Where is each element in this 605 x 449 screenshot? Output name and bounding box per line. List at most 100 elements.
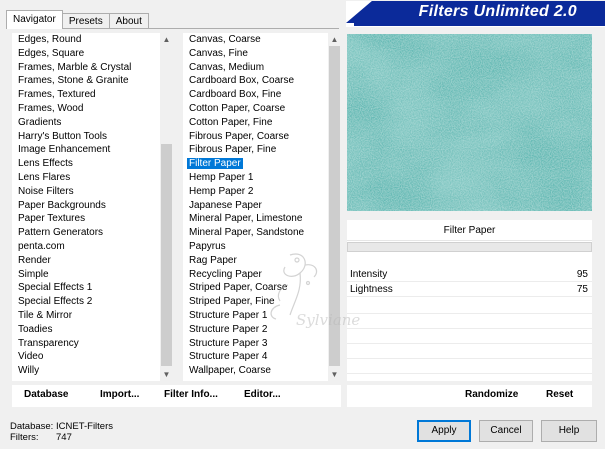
preview-image (347, 34, 592, 211)
category-list[interactable]: Edges, Round Edges, Square Frames, Marble … (12, 33, 173, 381)
filter-item[interactable]: Cotton Paper, Fine (183, 116, 341, 130)
filter-item-label: Cotton Paper, Fine (189, 116, 273, 128)
scroll-down-icon[interactable]: ▼ (160, 368, 173, 381)
filters-info: Filters: 747 (10, 432, 72, 443)
filter-item-selected[interactable]: Filter Paper (183, 157, 341, 171)
category-item[interactable]: Edges, Square (12, 47, 173, 61)
filter-item-label: Filter Paper (187, 158, 243, 170)
row-divider (347, 358, 592, 359)
filter-item-label: Canvas, Fine (189, 47, 248, 59)
banner-underline (354, 23, 605, 26)
param-row-lightness[interactable]: Lightness 75 (347, 282, 592, 297)
database-button[interactable]: Database (24, 389, 68, 400)
category-item[interactable]: Simple (12, 268, 173, 282)
category-item[interactable]: Special Effects 2 (12, 295, 173, 309)
filter-item-label: Hemp Paper 1 (189, 171, 254, 183)
category-item[interactable]: Frames, Textured (12, 88, 173, 102)
filter-item[interactable]: Cardboard Box, Coarse (183, 74, 341, 88)
category-item-label: Paper Backgrounds (18, 199, 106, 211)
scroll-up-icon[interactable]: ▲ (160, 33, 173, 46)
parameter-panel: Filter Paper Intensity 95 Lightness 75 (347, 220, 592, 381)
right-toolbar: Randomize Reset (347, 385, 592, 407)
filter-item-label: Fibrous Paper, Coarse (189, 130, 290, 142)
apply-button[interactable]: Apply (417, 420, 471, 442)
tab-presets[interactable]: Presets (61, 13, 110, 29)
category-item-label: Edges, Square (18, 47, 85, 59)
category-item-label: Harry's Button Tools (18, 130, 107, 142)
filter-item[interactable]: Mineral Paper, Limestone (183, 212, 341, 226)
category-item[interactable]: Video (12, 350, 173, 364)
category-item[interactable]: Willy (12, 364, 173, 378)
category-item-label: Simple (18, 268, 49, 280)
category-item[interactable]: Noise Filters (12, 185, 173, 199)
filter-item[interactable]: Cardboard Box, Fine (183, 88, 341, 102)
category-item[interactable]: Edges, Round (12, 33, 173, 47)
filter-item[interactable]: Japanese Paper (183, 199, 341, 213)
category-item[interactable]: Image Enhancement (12, 143, 173, 157)
filter-item-label: Japanese Paper (189, 199, 262, 211)
filter-item-label: Cotton Paper, Coarse (189, 102, 286, 114)
filter-item-label: Canvas, Coarse (189, 34, 261, 45)
category-item[interactable]: Gradients (12, 116, 173, 130)
param-row-intensity[interactable]: Intensity 95 (347, 267, 592, 282)
filter-item-label: Papyrus (189, 240, 226, 252)
filter-item[interactable]: Hemp Paper 2 (183, 185, 341, 199)
category-item[interactable]: Frames, Marble & Crystal (12, 61, 173, 75)
category-item-label: Tile & Mirror (18, 309, 73, 321)
scroll-down-icon[interactable]: ▼ (328, 368, 341, 381)
category-item-label: Frames, Wood (18, 102, 84, 114)
category-item-label: Transparency (18, 337, 79, 349)
scroll-up-icon[interactable]: ▲ (328, 33, 341, 46)
filter-item[interactable]: Canvas, Coarse (183, 33, 341, 47)
category-item[interactable]: Transparency (12, 337, 173, 351)
filter-item-label: Canvas, Medium (189, 61, 265, 73)
randomize-button[interactable]: Randomize (465, 389, 518, 400)
category-scrollbar[interactable]: ▲ ▼ (160, 33, 173, 381)
filter-item[interactable]: Cotton Paper, Coarse (183, 102, 341, 116)
reset-button[interactable]: Reset (546, 389, 573, 400)
banner: Filters Unlimited 2.0 (346, 1, 605, 27)
filter-item-label: Cardboard Box, Coarse (189, 75, 295, 87)
filter-item[interactable]: Fibrous Paper, Coarse (183, 130, 341, 144)
category-item[interactable]: Lens Flares (12, 171, 173, 185)
category-item[interactable]: Render (12, 254, 173, 268)
filter-item-label: Mineral Paper, Limestone (189, 213, 303, 225)
filter-item[interactable]: Canvas, Fine (183, 47, 341, 61)
row-divider (347, 328, 592, 329)
category-item[interactable]: Pattern Generators (12, 226, 173, 240)
category-item[interactable]: Special Effects 1 (12, 281, 173, 295)
category-item[interactable]: Harry's Button Tools (12, 130, 173, 144)
cancel-button[interactable]: Cancel (479, 420, 533, 442)
category-item[interactable]: penta.com (12, 240, 173, 254)
tab-about[interactable]: About (108, 13, 149, 29)
filter-item[interactable]: Fibrous Paper, Fine (183, 143, 341, 157)
editor-button[interactable]: Editor... (244, 389, 281, 400)
help-button[interactable]: Help (541, 420, 597, 442)
category-item-label: Noise Filters (18, 185, 74, 197)
category-item[interactable]: Toadies (12, 323, 173, 337)
filter-item[interactable]: Wallpaper, Coarse (183, 364, 341, 378)
parameter-slider[interactable] (347, 242, 592, 252)
category-item-label: Frames, Textured (18, 89, 96, 101)
category-item-label: Toadies (18, 323, 53, 335)
database-info: Database: ICNET-Filters (10, 421, 113, 432)
param-value: 95 (576, 269, 588, 280)
category-item[interactable]: Lens Effects (12, 157, 173, 171)
category-item-label: Image Enhancement (18, 144, 111, 156)
tab-navigator[interactable]: Navigator (6, 10, 63, 29)
category-item[interactable]: Paper Backgrounds (12, 199, 173, 213)
filter-item-label: Wallpaper, Coarse (189, 365, 271, 377)
category-item[interactable]: Tile & Mirror (12, 309, 173, 323)
import-button[interactable]: Import... (100, 389, 139, 400)
param-value: 75 (576, 284, 588, 295)
filter-item[interactable]: Mineral Paper, Sandstone (183, 226, 341, 240)
filter-item[interactable]: Hemp Paper 1 (183, 171, 341, 185)
category-item[interactable]: Frames, Wood (12, 102, 173, 116)
category-item[interactable]: Paper Textures (12, 212, 173, 226)
scrollbar-thumb[interactable] (161, 144, 172, 366)
category-item-label: Video (18, 351, 44, 363)
filter-info-button[interactable]: Filter Info... (164, 389, 218, 400)
filter-item[interactable]: Canvas, Medium (183, 61, 341, 75)
database-value: ICNET-Filters (56, 421, 113, 432)
category-item[interactable]: Frames, Stone & Granite (12, 74, 173, 88)
